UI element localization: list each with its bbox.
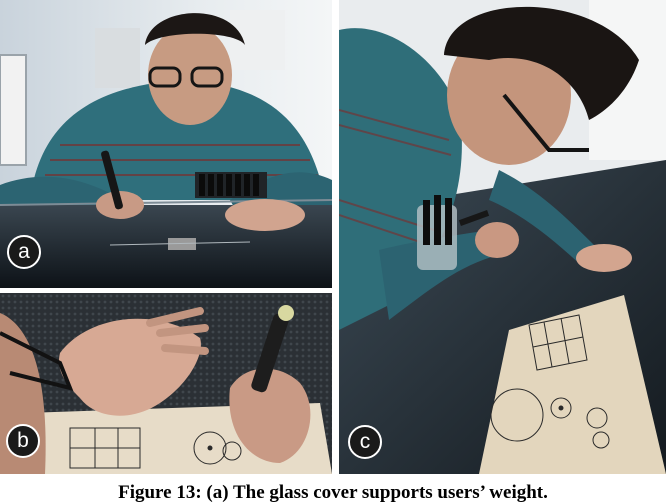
figure-caption: Figure 13: (a) The glass cover supports … bbox=[118, 482, 548, 503]
panel-label-badge: a bbox=[7, 235, 41, 269]
photo-panel-a: a bbox=[0, 0, 332, 288]
photo-panel-c: c bbox=[339, 0, 666, 474]
photo-panel-b: b bbox=[0, 293, 332, 474]
photo-stylus-closeup bbox=[0, 293, 332, 474]
photo-user-leaning-on-glass bbox=[0, 0, 332, 288]
panel-label-badge: b bbox=[6, 424, 40, 458]
panel-label-badge: c bbox=[348, 425, 382, 459]
photo-user-drawing bbox=[339, 0, 666, 474]
